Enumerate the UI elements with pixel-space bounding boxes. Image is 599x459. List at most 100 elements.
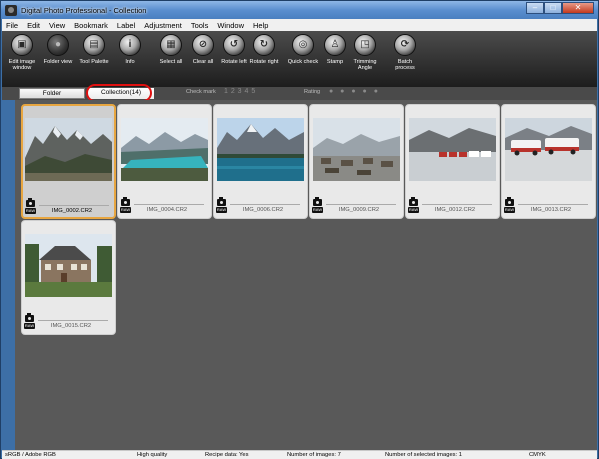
divider [39,205,109,206]
thumbnail-filename: IMG_0013.CR2 [530,207,572,213]
photo-moraine [217,118,304,181]
status-selected-count: Number of selected images: 1 [385,452,463,458]
camera-icon [313,197,322,206]
thumbnail-filename: IMG_0012.CR2 [434,207,476,213]
thumbnail-filename: IMG_0006.CR2 [242,207,284,213]
raw-badge: RAW [504,207,515,213]
menu-bookmark[interactable]: Bookmark [74,21,108,30]
menu-label[interactable]: Label [117,21,135,30]
menu-file[interactable]: File [6,21,18,30]
thumbnail-card[interactable]: RAW IMG_0004.CR2 [117,104,212,219]
camera-icon [505,197,514,206]
quick-check-button[interactable]: ◎ Quick check [286,34,320,65]
raw-badge: RAW [408,207,419,213]
clear-all-button[interactable]: ⊘ Clear all [186,34,220,65]
divider [38,320,108,321]
rating-filter[interactable]: ● ● ● ● ● [329,88,380,95]
batch-process-button[interactable]: ⟳ Batch process [388,34,422,71]
tab-folder[interactable]: Folder [19,88,85,99]
photo-lake [121,118,208,181]
thumbnail-filename: IMG_0002.CR2 [51,208,93,214]
divider [518,204,588,205]
tool-palette-icon: ▤ [83,34,105,56]
folder-view-icon: ● [47,34,69,56]
photo-house [25,234,112,297]
photo-parking [313,118,400,181]
tool-label: Tool Palette [79,59,109,65]
tool-label: Select all [159,59,183,65]
thumbnail-filename: IMG_0015.CR2 [50,323,92,329]
close-button[interactable]: ✕ [562,2,594,14]
tool-label: Folder view [43,59,73,65]
photo-mountain [25,118,112,181]
check-mark-label: Check mark [186,89,216,95]
trimming-angle-icon: ◳ [354,34,376,56]
tool-label: Trimming Angle [353,59,377,71]
tool-palette-button[interactable]: ▤ Tool Palette [77,34,111,65]
rotate-right-button[interactable]: ↻ Rotate right [247,34,281,65]
tab-collection[interactable]: Collection(14) [88,88,154,99]
raw-badge: RAW [216,207,227,213]
side-strip [2,100,15,450]
tool-label: Clear all [192,59,214,65]
clear-all-icon: ⊘ [192,34,214,56]
menu-tools[interactable]: Tools [191,21,209,30]
maximize-button[interactable]: □ [544,2,562,14]
check-mark-filter[interactable]: 1 2 3 4 5 [224,88,256,95]
menu-edit[interactable]: Edit [27,21,40,30]
rotate-right-icon: ↻ [253,34,275,56]
select-all-button[interactable]: ▦ Select all [154,34,188,65]
thumbnail-card[interactable]: RAW IMG_0012.CR2 [405,104,500,219]
status-color-space: sRGB / Adobe RGB [5,452,56,458]
menu-adjustment[interactable]: Adjustment [144,21,182,30]
thumbnail-card[interactable]: RAW IMG_0002.CR2 [21,104,116,219]
thumbnail-card[interactable]: RAW IMG_0013.CR2 [501,104,596,219]
select-all-icon: ▦ [160,34,182,56]
toolbar: ▣ Edit image window ● Folder view ▤ Tool… [2,31,597,87]
photo-buses [505,118,592,181]
camera-icon [26,198,35,207]
stamp-icon: ♙ [324,34,346,56]
divider [422,204,492,205]
menu-help[interactable]: Help [253,21,268,30]
thumbnail-card[interactable]: RAW IMG_0015.CR2 [21,220,116,335]
tool-label: Rotate left [221,59,247,65]
camera-icon [121,197,130,206]
tool-label: Rotate right [249,59,279,65]
menu-view[interactable]: View [49,21,65,30]
divider [326,204,396,205]
status-cmyk: CMYK [529,452,546,458]
status-quality: High quality [137,452,168,458]
thumbnail-filename: IMG_0009.CR2 [338,207,380,213]
tool-label: Edit image window [8,59,36,71]
app-window: Digital Photo Professional - Collection … [0,0,599,459]
camera-icon [217,197,226,206]
info-icon: i [119,34,141,56]
trimming-angle-button[interactable]: ◳ Trimming Angle [348,34,382,71]
divider [134,204,204,205]
raw-badge: RAW [25,208,36,214]
tool-label: Batch process [395,59,415,71]
info-button[interactable]: i Info [113,34,147,65]
raw-badge: RAW [312,207,323,213]
folder-view-button[interactable]: ● Folder view [41,34,75,65]
view-tab-bar: Folder Collection(14) Check mark 1 2 3 4… [2,84,597,102]
minimize-button[interactable]: – [526,2,544,14]
menu-window[interactable]: Window [217,21,244,30]
rating-label: Rating [304,89,321,95]
thumbnail-area[interactable]: RAW IMG_0002.CR2 RAW IMG_0004.CR2 RAW IM… [15,100,597,450]
status-image-count: Number of images: 7 [287,452,341,458]
stamp-button[interactable]: ♙ Stamp [318,34,352,65]
divider [230,204,300,205]
raw-badge: RAW [24,323,35,329]
rotate-left-button[interactable]: ↺ Rotate left [217,34,251,65]
batch-process-icon: ⟳ [394,34,416,56]
edit-image-window-button[interactable]: ▣ Edit image window [5,34,39,71]
thumbnail-card[interactable]: RAW IMG_0009.CR2 [309,104,404,219]
title-bar[interactable]: Digital Photo Professional - Collection … [1,1,598,19]
thumbnail-card[interactable]: RAW IMG_0006.CR2 [213,104,308,219]
tool-label: Info [125,59,135,65]
camera-icon [409,197,418,206]
app-camera-icon [5,4,17,16]
status-bar: sRGB / Adobe RGB High quality Recipe dat… [2,450,597,459]
